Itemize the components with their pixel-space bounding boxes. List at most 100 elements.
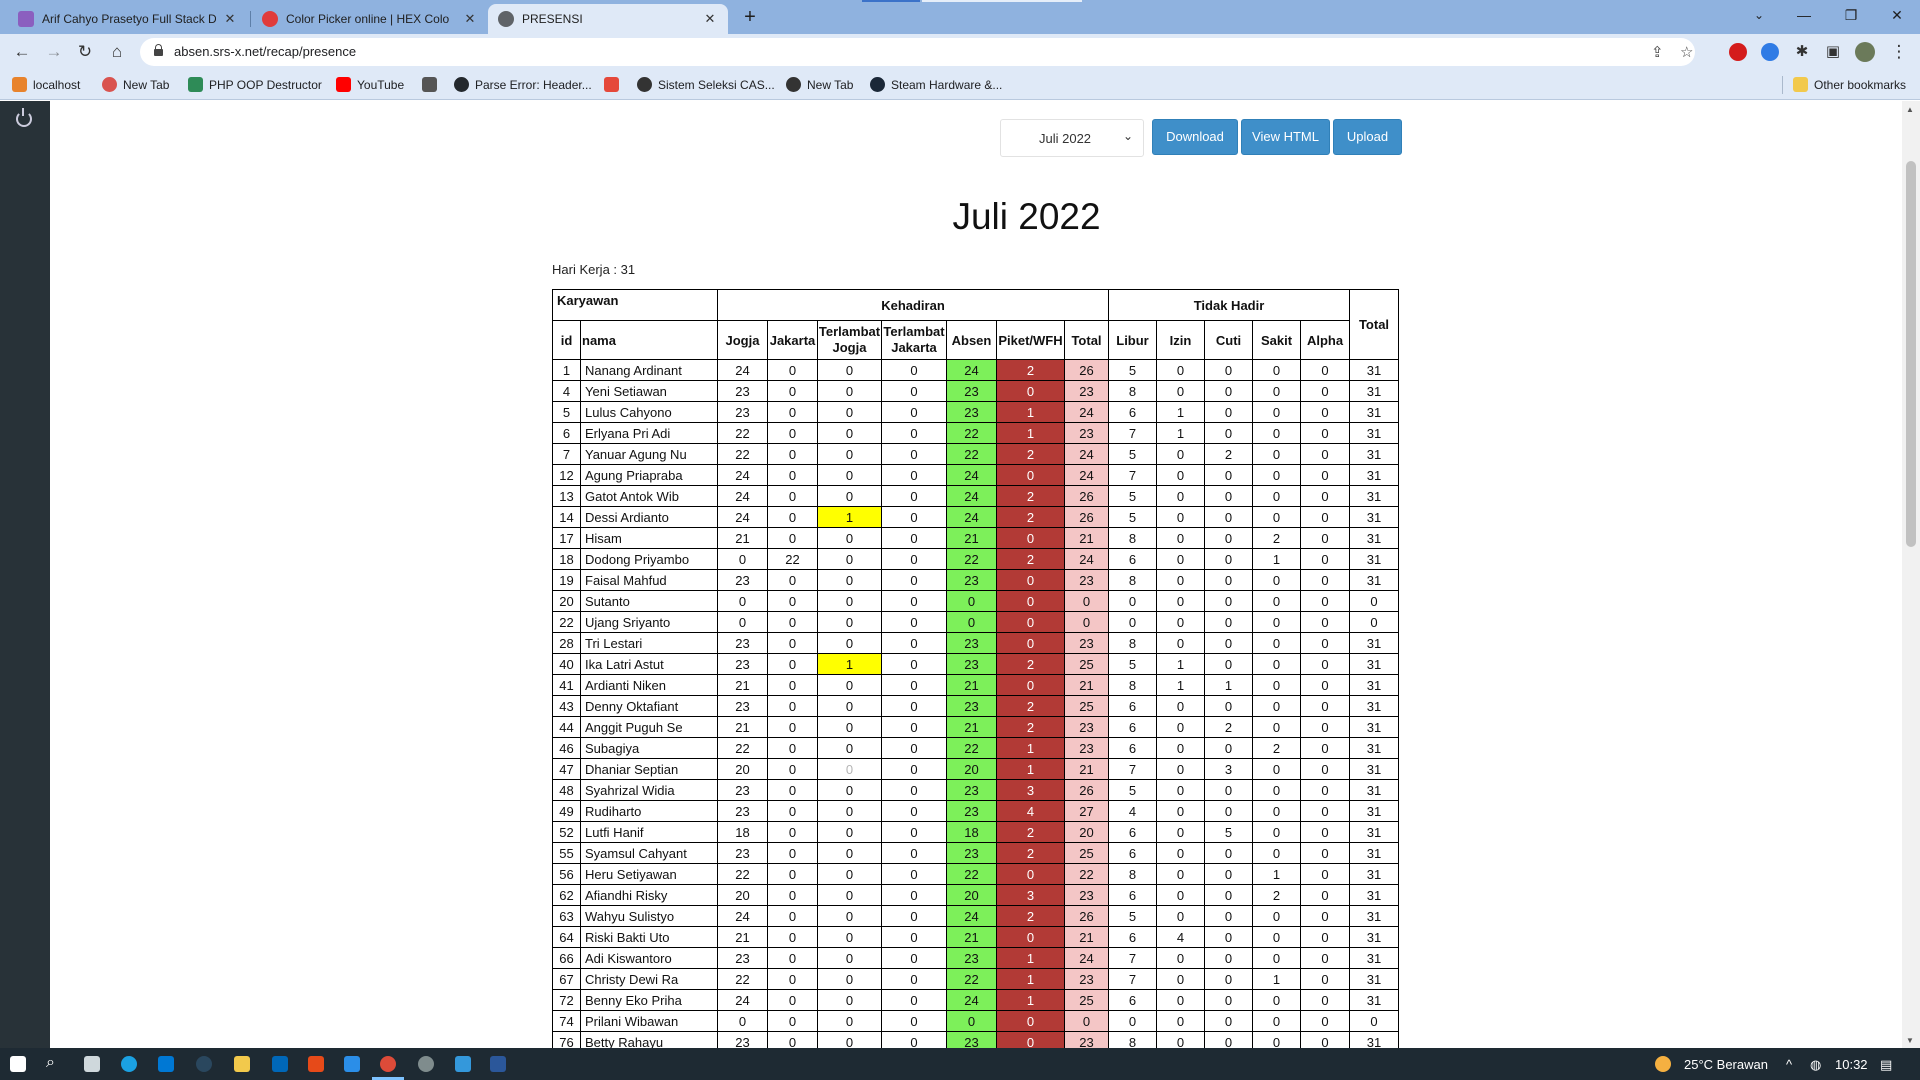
app-icon[interactable] [418,1056,434,1072]
cell-id: 76 [552,1031,581,1048]
forward-arrow-icon[interactable]: → [42,40,66,64]
reload-icon[interactable]: ↻ [73,40,97,64]
app-icon[interactable] [455,1056,471,1072]
tab-search-chevron-icon[interactable]: ⌄ [1744,4,1774,26]
view-html-button[interactable]: View HTML [1241,119,1330,155]
edge-icon[interactable] [121,1056,137,1072]
tab-presensi[interactable]: PRESENSI ✕ [488,4,728,34]
other-bookmarks[interactable]: Other bookmarks [1793,77,1906,92]
scroll-up-icon[interactable]: ▲ [1906,105,1914,114]
scrollbar-thumb[interactable] [1906,161,1916,547]
plus-icon[interactable]: + [738,6,762,30]
bookmark-item[interactable] [422,77,443,92]
upload-button[interactable]: Upload [1333,119,1402,155]
vscode-icon[interactable] [344,1056,360,1072]
puzzle-icon[interactable]: ✱ [1790,40,1814,64]
restore-icon[interactable]: ❐ [1836,4,1866,26]
cell-libur: 8 [1108,380,1157,402]
minimize-icon[interactable]: — [1789,4,1819,26]
home-icon[interactable]: ⌂ [105,40,129,64]
download-button[interactable]: Download [1152,119,1238,155]
cell-libur: 5 [1108,905,1157,927]
close-icon[interactable]: ✕ [462,11,478,27]
cell-absen: 21 [946,926,997,948]
bookmark-star-icon[interactable]: ☆ [1680,43,1693,61]
search-icon[interactable]: ⌕ [46,1054,55,1072]
bookmark-item[interactable]: New Tab [102,77,169,92]
tab-strip-accent [922,0,1082,2]
tab-color-picker[interactable]: Color Picker online | HEX Colo ✕ [252,4,488,34]
extension-icon[interactable] [1761,43,1779,61]
weather-text[interactable]: 25°C Berawan [1684,1057,1768,1072]
cell-alpha: 0 [1300,674,1350,696]
cell-terlambat-jogja: 0 [817,611,882,633]
bookmark-item[interactable]: Parse Error: Header... [454,77,592,92]
close-icon[interactable]: ✕ [702,11,718,27]
task-view-icon[interactable] [84,1056,100,1072]
share-icon[interactable]: ⇪ [1651,43,1664,61]
bookmark-item[interactable] [604,77,625,92]
taskbar: ⌕ 25°C Berawan ^ ◍ 10:32 ▤ [0,1048,1920,1080]
bookmark-item[interactable]: PHP OOP Destructor [188,77,322,92]
bookmark-item[interactable]: New Tab [786,77,853,92]
chevron-up-icon[interactable]: ^ [1786,1057,1792,1072]
cell-nama: Dessi Ardianto [580,506,718,528]
chrome-icon[interactable] [380,1056,396,1072]
side-panel-icon[interactable]: ▣ [1821,40,1845,64]
address-bar[interactable]: absen.srs-x.net/recap/presence ⇪ ☆ [140,38,1695,66]
opera-extension-icon[interactable] [1729,43,1747,61]
notification-icon[interactable]: ▤ [1880,1057,1892,1073]
tab-portfolio[interactable]: Arif Cahyo Prasetyo Full Stack De ✕ [8,4,248,34]
cell-nama: Syamsul Cahyant [580,842,718,864]
cell-nama: Agung Priapraba [580,464,718,486]
col-header-terlambat-jakarta: Terlambat Jakarta [881,320,947,360]
presence-table: Karyawan Kehadiran Tidak Hadir Total id … [552,289,1399,1048]
cell-sakit: 0 [1252,674,1301,696]
cell-nama: Rudiharto [580,800,718,822]
cell-sakit: 0 [1252,380,1301,402]
network-icon[interactable]: ◍ [1810,1057,1821,1073]
menu-icon[interactable]: ⋮ [1887,40,1911,64]
file-explorer-icon[interactable] [234,1056,250,1072]
mail-icon[interactable] [158,1056,174,1072]
col-header-total-hadir: Total [1064,320,1109,360]
cell-total: 31 [1349,968,1399,990]
close-window-icon[interactable]: ✕ [1882,4,1912,26]
scroll-down-icon[interactable]: ▼ [1906,1036,1914,1045]
month-select[interactable]: Juli 2022 ⌄ [1000,119,1144,157]
cell-total: 31 [1349,653,1399,675]
windows-start-icon[interactable] [10,1056,26,1072]
page-scrollbar[interactable]: ▲ ▼ [1902,101,1920,1048]
globe-icon [498,11,514,27]
cell-jakarta: 0 [767,485,818,507]
avatar[interactable] [1855,42,1875,62]
cell-piket-wfh: 0 [996,464,1065,486]
cell-terlambat-jakarta: 0 [881,905,947,927]
bookmark-item[interactable]: Steam Hardware &... [870,77,1002,92]
cell-piket-wfh: 0 [996,527,1065,549]
cell-piket-wfh: 1 [996,968,1065,990]
bookmark-item[interactable]: Sistem Seleksi CAS... [637,77,775,92]
cell-jogja: 24 [717,905,768,927]
cell-cuti: 0 [1204,947,1253,969]
app-icon[interactable] [308,1056,324,1072]
steam-icon[interactable] [196,1056,212,1072]
bookmark-item[interactable]: YouTube [336,77,404,92]
cell-jakarta: 0 [767,863,818,885]
power-icon[interactable] [16,108,32,127]
bookmarks-divider [1782,76,1783,94]
weather-icon[interactable] [1655,1056,1671,1072]
word-icon[interactable] [490,1056,506,1072]
store-icon[interactable] [272,1056,288,1072]
cell-jakarta: 0 [767,569,818,591]
close-icon[interactable]: ✕ [222,11,238,27]
bookmark-item[interactable]: localhost [12,77,80,92]
cell-piket-wfh: 2 [996,443,1065,465]
table-row: 40 Ika Latri Astut 23 0 1 0 23 2 25 5 1 0 0 0 31 [552,653,1399,675]
cell-id: 47 [552,758,581,780]
cell-nama: Ika Latri Astut [580,653,718,675]
back-arrow-icon[interactable]: ← [10,40,34,64]
table-row: 13 Gatot Antok Wib 24 0 0 0 24 2 26 5 0 0 0 0 31 [552,485,1399,507]
clock-text[interactable]: 10:32 [1835,1057,1868,1072]
cell-nama: Subagiya [580,737,718,759]
